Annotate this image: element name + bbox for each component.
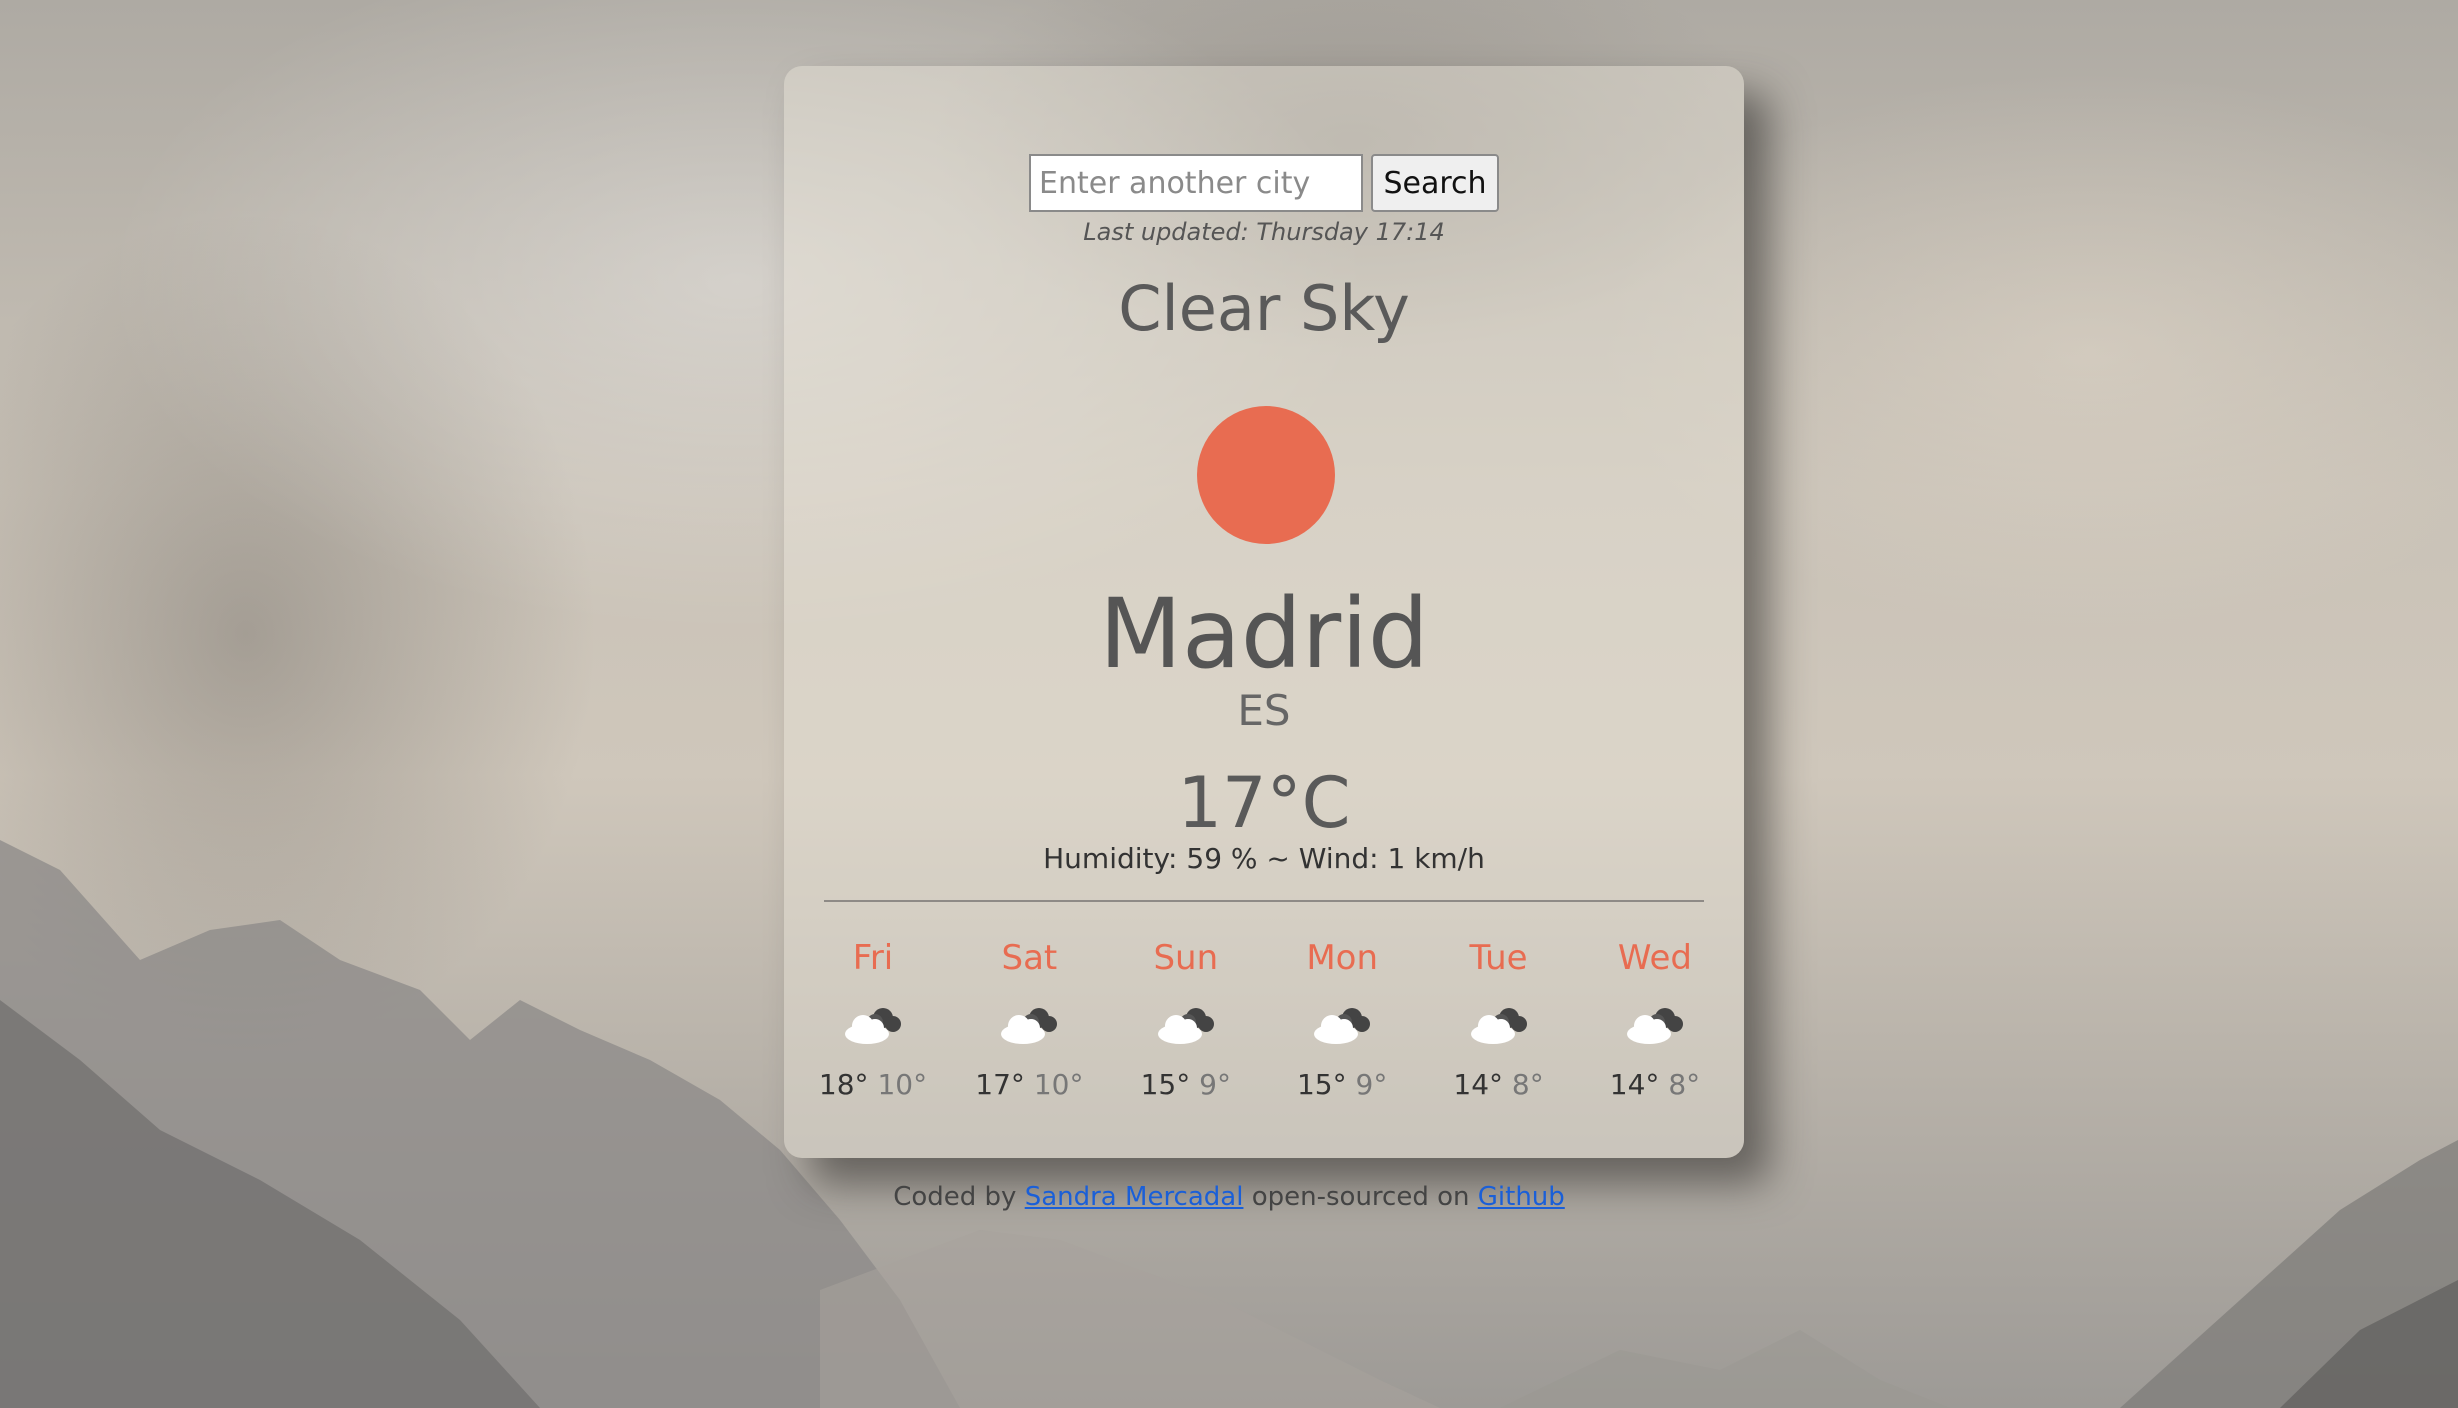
forecast-temps: 14° 8°	[1453, 1068, 1543, 1101]
forecast-max-temp: 15°	[1140, 1068, 1191, 1101]
footer: Coded by Sandra Mercadal open-sourced on…	[0, 1182, 2458, 1212]
forecast-temps: 18° 10°	[819, 1068, 927, 1101]
city-name: Madrid	[1099, 578, 1429, 690]
footer-prefix: Coded by	[893, 1182, 1017, 1212]
forecast-day-name: Tue	[1469, 938, 1528, 978]
cloud-icon	[1157, 1008, 1214, 1044]
forecast-day: Sat 17° 10°	[952, 938, 1106, 1101]
forecast-day-name: Sat	[1001, 938, 1058, 978]
forecast-max-temp: 17°	[975, 1068, 1025, 1101]
last-updated-text: Last updated: Thursday 17:14	[1083, 218, 1445, 246]
forecast-temps: 14° 8°	[1610, 1068, 1700, 1101]
forecast-temps: 17° 10°	[975, 1068, 1083, 1101]
cloud-icon	[1470, 1008, 1527, 1044]
forecast-max-temp: 18°	[818, 1068, 869, 1101]
forecast-min-temp: 8°	[1668, 1068, 1701, 1101]
forecast-day: Fri 18° 10°	[796, 938, 950, 1101]
cloud-icon	[1314, 1008, 1371, 1044]
footer-middle: open-sourced on	[1251, 1182, 1470, 1212]
weather-condition: Clear Sky	[1118, 272, 1410, 345]
search-button[interactable]: Search	[1371, 154, 1499, 212]
search-form: Search	[784, 154, 1744, 212]
forecast-min-temp: 8°	[1511, 1068, 1544, 1101]
forecast-temps: 15° 9°	[1297, 1068, 1387, 1101]
forecast-day: Sun 15° 9°	[1109, 938, 1263, 1101]
forecast-day-name: Wed	[1617, 938, 1693, 978]
current-temperature: 17°C	[1177, 762, 1351, 844]
forecast-max-temp: 14°	[1453, 1068, 1504, 1101]
weather-card: Search Last updated: Thursday 17:14 Clea…	[784, 66, 1744, 1158]
forecast-day: Wed 14° 8°	[1578, 938, 1732, 1101]
forecast-min-temp: 9°	[1199, 1068, 1231, 1101]
city-search-input[interactable]	[1029, 154, 1363, 212]
humidity-wind-details: Humidity: 59 % ~ Wind: 1 km/h	[1043, 842, 1485, 875]
sun-icon	[1197, 406, 1335, 544]
forecast-max-temp: 14°	[1609, 1068, 1660, 1101]
forecast-day-name: Sun	[1153, 938, 1219, 978]
forecast-row: Fri 18° 10° Sat 17° 10° Sun 15° 9° Mon 1…	[796, 938, 1732, 1101]
forecast-max-temp: 15°	[1296, 1068, 1347, 1101]
country-code: ES	[1237, 686, 1291, 735]
forecast-day: Tue 14° 8°	[1422, 938, 1576, 1101]
github-link[interactable]: Github	[1478, 1182, 1565, 1212]
author-link[interactable]: Sandra Mercadal	[1025, 1182, 1244, 1212]
forecast-min-temp: 10°	[877, 1068, 928, 1101]
cloud-icon	[1626, 1008, 1683, 1044]
cloud-icon	[1001, 1008, 1058, 1044]
forecast-day-name: Mon	[1306, 938, 1379, 978]
cloud-icon	[845, 1008, 901, 1044]
divider	[824, 900, 1704, 902]
forecast-min-temp: 10°	[1033, 1068, 1084, 1101]
forecast-min-temp: 9°	[1355, 1068, 1388, 1101]
forecast-temps: 15° 9°	[1141, 1068, 1231, 1101]
forecast-day-name: Fri	[852, 938, 894, 978]
forecast-day: Mon 15° 9°	[1265, 938, 1419, 1101]
